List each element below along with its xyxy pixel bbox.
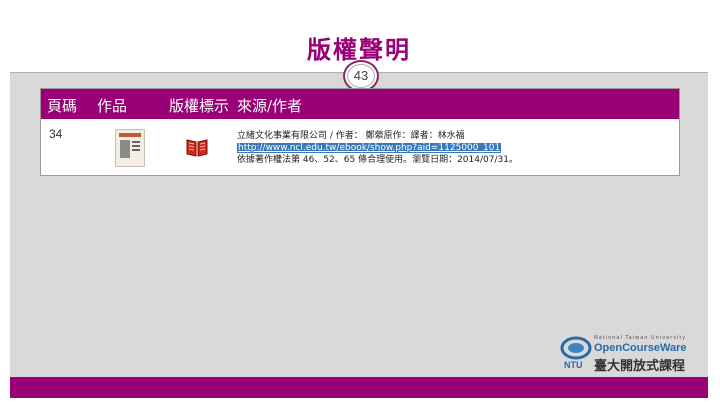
header-work: 作品 <box>97 97 128 115</box>
logo-chinese-name: 臺大開放式課程 <box>594 359 686 374</box>
source-legal-note: 依據著作權法第 46、52、65 條合理使用。瀏覽日期：2014/07/31。 <box>237 155 518 165</box>
copyright-table: 頁碼 作品 版權標示 來源/作者 34 立緒文化事業有限公司 / 作者： 鄭縈原… <box>40 88 680 176</box>
logo-mark-text: NTU <box>564 360 583 370</box>
footer-bar <box>10 377 708 398</box>
header-license: 版權標示 <box>169 97 230 115</box>
source-info: 立緒文化事業有限公司 / 作者： 鄭縈原作：譯者：林水福 http://www.… <box>237 130 518 166</box>
work-thumbnail <box>115 129 145 167</box>
logo-brand-text: OpenCourseWare <box>594 342 687 354</box>
header-source: 來源/作者 <box>237 97 303 115</box>
table-row: 34 立緒文化事業有限公司 / 作者： 鄭縈原作：譯者：林水福 http://w… <box>41 120 679 175</box>
source-publisher: 立緒文化事業有限公司 / 作者： 鄭縈原作：譯者：林水福 <box>237 131 465 141</box>
source-link[interactable]: http://www.ncl.edu.tw/ebook/show.php?aid… <box>237 143 502 153</box>
header-page: 頁碼 <box>47 97 78 115</box>
open-book-icon <box>186 139 208 157</box>
table-header: 頁碼 作品 版權標示 來源/作者 <box>41 89 679 119</box>
row-page-number: 34 <box>49 127 63 141</box>
logo-university-text: National Taiwan University <box>594 335 687 341</box>
